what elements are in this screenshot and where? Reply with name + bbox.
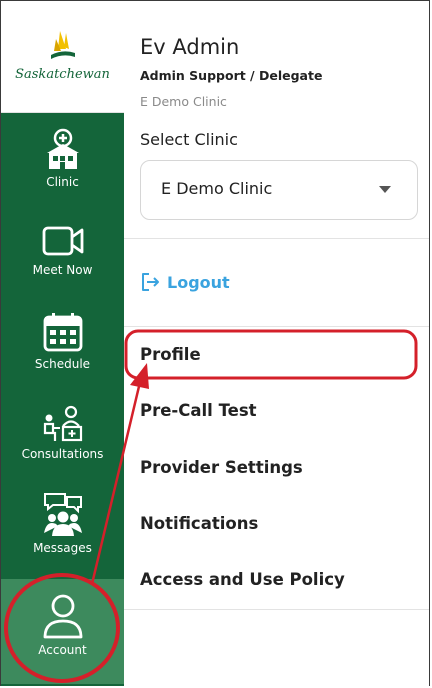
menu-item-profile[interactable]: Profile	[140, 345, 201, 364]
sidebar-item-label: Clinic	[46, 175, 79, 189]
sidebar-item-meet-now[interactable]: Meet Now	[1, 223, 124, 277]
video-camera-icon	[42, 226, 83, 256]
logout-icon	[142, 273, 159, 291]
logo-text: Saskatchewan	[15, 67, 110, 82]
sidebar-item-clinic[interactable]: Clinic	[1, 127, 124, 189]
divider	[124, 326, 429, 327]
calendar-icon	[43, 313, 82, 352]
sidebar-item-messages[interactable]: Messages	[1, 491, 124, 555]
sidebar-item-label: Schedule	[34, 357, 91, 371]
wheat-sheaf-icon	[51, 31, 75, 59]
sidebar-item-label: Account	[38, 643, 87, 657]
saskatchewan-logo: Saskatchewan	[1, 1, 124, 113]
user-name: Ev Admin	[140, 35, 240, 59]
consultation-icon	[43, 405, 82, 442]
sidebar-item-account[interactable]: Account	[1, 579, 124, 684]
menu-item-access-use-policy[interactable]: Access and Use Policy	[140, 570, 345, 589]
user-icon	[43, 594, 82, 639]
user-role: Admin Support / Delegate	[140, 68, 323, 83]
select-clinic-label: Select Clinic	[140, 130, 238, 149]
divider	[124, 609, 429, 610]
sidebar-item-label: Messages	[33, 541, 92, 555]
menu-item-provider-settings[interactable]: Provider Settings	[140, 458, 303, 477]
menu-item-notifications[interactable]: Notifications	[140, 514, 258, 533]
divider	[124, 238, 429, 239]
sidebar: Saskatchewan Clinic Meet Now Schedule Co…	[1, 1, 124, 686]
sidebar-item-schedule[interactable]: Schedule	[1, 311, 124, 371]
messages-group-icon	[43, 493, 82, 536]
user-clinic: E Demo Clinic	[140, 94, 227, 109]
account-panel: Ev Admin Admin Support / Delegate E Demo…	[124, 1, 429, 686]
logout-link[interactable]: Logout	[140, 272, 230, 292]
clinic-select[interactable]: E Demo Clinic	[140, 160, 418, 220]
menu-item-pre-call-test[interactable]: Pre-Call Test	[140, 401, 257, 420]
sidebar-item-label: Consultations	[21, 447, 104, 461]
clinic-icon	[46, 128, 79, 169]
caret-down-icon	[379, 186, 391, 193]
sidebar-item-consultations[interactable]: Consultations	[1, 405, 124, 461]
logout-label: Logout	[167, 272, 230, 292]
clinic-select-value: E Demo Clinic	[161, 179, 273, 198]
sidebar-item-label: Meet Now	[32, 263, 93, 277]
